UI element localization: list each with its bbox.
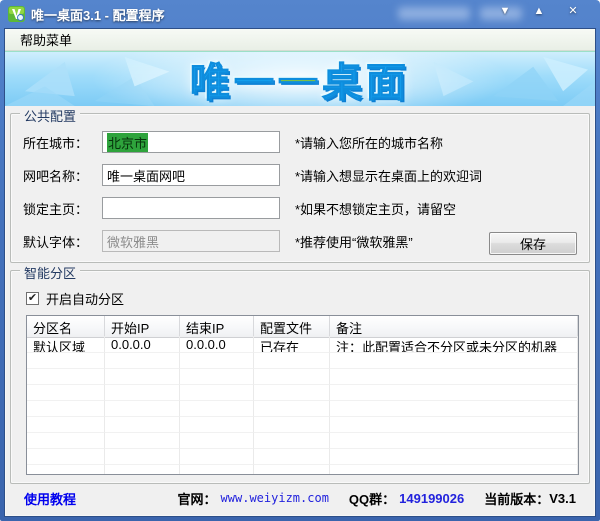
smart-partition-group-title: 智能分区 — [20, 263, 80, 282]
empty-table-row — [27, 353, 578, 369]
checkbox-check-icon: ✔ — [28, 293, 37, 304]
auto-partition-checkbox-row[interactable]: ✔ 开启自动分区 — [26, 289, 581, 308]
cafe-name-label: 网吧名称： — [23, 166, 102, 185]
cell-start-ip: 0.0.0.0 — [105, 336, 180, 353]
version-label: 当前版本： — [484, 489, 549, 508]
empty-table-row — [27, 401, 578, 417]
empty-table-row — [27, 465, 578, 475]
col-header-remark[interactable]: 备注 — [330, 316, 578, 338]
city-label: 所在城市： — [23, 133, 102, 152]
cell-remark: 注：此配置适合不分区或未分区的机器 — [330, 336, 578, 353]
smart-partition-group: 智能分区 ✔ 开启自动分区 分区名 开始IP 结束IP 配置文件 备注 默认区域 — [10, 270, 590, 484]
homepage-field-row: 锁定主页： *如果不想锁定主页，请留空 — [23, 197, 579, 219]
logo-accent-dash: 一 — [278, 61, 322, 105]
cafe-name-field-row: 网吧名称： *请输入想显示在桌面上的欢迎词 — [23, 164, 579, 186]
save-button[interactable]: 保存 — [489, 232, 577, 255]
col-header-config-file[interactable]: 配置文件 — [254, 316, 330, 338]
empty-table-row — [27, 385, 578, 401]
homepage-input[interactable] — [102, 197, 280, 219]
col-header-start-ip[interactable]: 开始IP — [105, 316, 180, 338]
maximize-icon[interactable]: ▲ — [530, 3, 548, 19]
status-bar: 使用教程 官网： www.weiyizm.com QQ群： 149199026 … — [10, 484, 590, 514]
auto-partition-checkbox-label: 开启自动分区 — [46, 289, 124, 308]
qq-group-label: QQ群： — [349, 489, 395, 508]
client-area: 帮助菜单 唯一一桌面 公共配置 所在城市： — [4, 28, 596, 517]
menu-item-help[interactable]: 帮助菜单 — [14, 28, 78, 51]
col-header-end-ip[interactable]: 结束IP — [180, 316, 254, 338]
city-input[interactable]: 北京市 — [102, 131, 280, 153]
city-selected-text: 北京市 — [107, 133, 148, 152]
tutorial-link[interactable]: 使用教程 — [24, 489, 76, 508]
banner-logo-text: 唯一一桌面 — [190, 51, 410, 106]
website-link[interactable]: www.weiyizm.com — [221, 491, 329, 505]
font-label: 默认字体： — [23, 232, 102, 251]
font-input — [102, 230, 280, 252]
blurred-region — [398, 7, 470, 20]
public-config-group-title: 公共配置 — [20, 106, 80, 125]
city-hint: *请输入您所在的城市名称 — [295, 133, 443, 152]
cafe-name-input[interactable] — [102, 164, 280, 186]
cafe-name-hint: *请输入想显示在桌面上的欢迎词 — [295, 166, 482, 185]
empty-table-row — [27, 433, 578, 449]
banner: 唯一一桌面 — [5, 51, 595, 106]
font-hint: *推荐使用“微软雅黑” — [295, 232, 413, 251]
table-row[interactable]: 默认区域 0.0.0.0 0.0.0.0 已存在 注：此配置适合不分区或未分区的… — [27, 336, 578, 353]
version-value: V3.1 — [549, 491, 576, 506]
title-bar[interactable]: 唯一桌面3.1 - 配置程序 ▼ ▲ ✕ — [0, 0, 600, 28]
homepage-hint: *如果不想锁定主页，请留空 — [295, 199, 456, 218]
city-field-row: 所在城市： 北京市 *请输入您所在的城市名称 — [23, 131, 579, 153]
app-icon — [8, 6, 25, 22]
logo-text-part2: 桌面 — [322, 61, 410, 105]
homepage-label: 锁定主页： — [23, 199, 102, 218]
main-content: 公共配置 所在城市： 北京市 *请输入您所在的城市名称 网吧名称： *请输入想显… — [5, 106, 595, 516]
public-config-group: 公共配置 所在城市： 北京市 *请输入您所在的城市名称 网吧名称： *请输入想显… — [10, 113, 590, 263]
qq-group-number[interactable]: 149199026 — [399, 491, 464, 506]
cell-config-file: 已存在 — [254, 336, 330, 353]
menu-bar: 帮助菜单 — [5, 29, 595, 51]
website-label: 官网： — [178, 489, 217, 508]
cell-end-ip: 0.0.0.0 — [180, 336, 254, 353]
logo-text-part1: 唯一 — [190, 61, 278, 105]
window-title: 唯一桌面3.1 - 配置程序 — [31, 5, 165, 24]
empty-table-row — [27, 417, 578, 433]
app-window: 唯一桌面3.1 - 配置程序 ▼ ▲ ✕ 帮助菜单 — [0, 0, 600, 521]
close-icon[interactable]: ✕ — [564, 3, 582, 19]
auto-partition-checkbox[interactable]: ✔ — [26, 292, 39, 305]
partition-table-header-row: 分区名 开始IP 结束IP 配置文件 备注 — [27, 316, 578, 336]
col-header-partition-name[interactable]: 分区名 — [27, 316, 105, 338]
empty-table-row — [27, 369, 578, 385]
minimize-icon[interactable]: ▼ — [496, 3, 514, 19]
cell-partition-name: 默认区域 — [27, 336, 105, 353]
partition-table: 分区名 开始IP 结束IP 配置文件 备注 默认区域 0.0.0.0 0.0.0… — [26, 315, 579, 475]
empty-table-row — [27, 449, 578, 465]
